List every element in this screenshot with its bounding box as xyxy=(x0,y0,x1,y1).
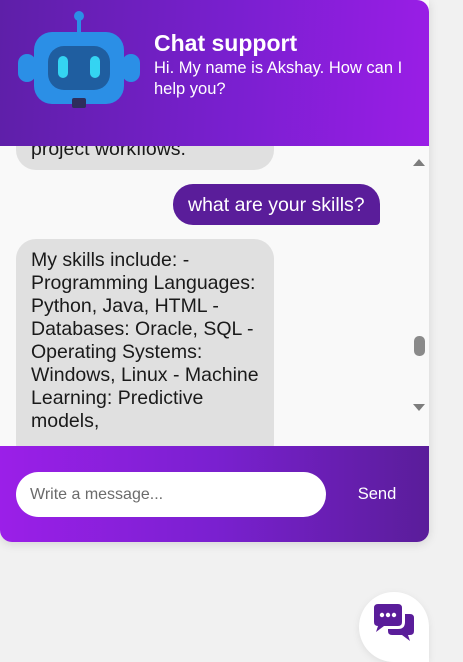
chat-footer: Send xyxy=(0,446,429,542)
scroll-down-arrow-icon[interactable] xyxy=(413,404,425,411)
message-list[interactable]: project workflows. what are your skills?… xyxy=(0,146,429,446)
scroll-up-arrow-icon[interactable] xyxy=(413,159,425,166)
user-message: what are your skills? xyxy=(173,184,380,225)
send-button[interactable]: Send xyxy=(340,472,414,517)
header-subtitle: Hi. My name is Akshay. How can I help yo… xyxy=(154,59,403,98)
header-title: Chat support xyxy=(154,30,298,56)
chat-toggle-button[interactable] xyxy=(359,592,429,662)
bot-message: project workflows. xyxy=(16,146,274,170)
scrollbar-thumb[interactable] xyxy=(414,336,425,356)
bot-message-text: project workflows. xyxy=(31,146,186,160)
message-input[interactable] xyxy=(16,472,326,517)
chat-header: Chat support Hi. My name is Akshay. How … xyxy=(0,0,429,146)
bot-message: My skills include: - Programming Languag… xyxy=(16,239,274,446)
chatbox: Chat support Hi. My name is Akshay. How … xyxy=(0,0,429,542)
chat-bubbles-icon xyxy=(374,604,414,641)
robot-icon xyxy=(18,11,140,108)
